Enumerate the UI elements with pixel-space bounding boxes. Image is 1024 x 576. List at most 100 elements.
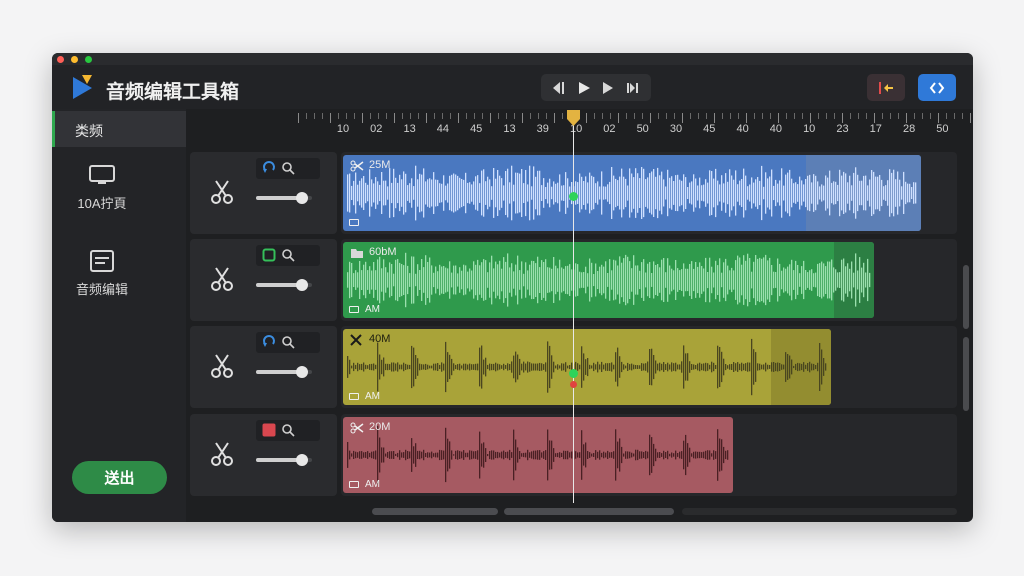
volume-knob[interactable] <box>296 279 308 291</box>
audio-clip[interactable]: 20M AM <box>343 417 733 493</box>
ruler-tick <box>554 113 555 123</box>
volume-knob[interactable] <box>296 192 308 204</box>
volume-slider[interactable] <box>256 192 312 204</box>
ruler-tick <box>434 113 435 119</box>
ruler-tick <box>298 113 299 123</box>
ruler-tick <box>498 113 499 119</box>
cut-icon[interactable] <box>208 352 236 380</box>
track-mode-button[interactable] <box>262 248 276 267</box>
close-icon <box>350 334 362 346</box>
sidebar-item-document[interactable]: 音频编辑 <box>52 249 152 298</box>
ruler-tick <box>586 113 587 123</box>
track-lane[interactable]: 20M AM <box>341 414 957 496</box>
sidebar-item-active[interactable]: 类频 <box>52 111 186 147</box>
ruler-label: 23 <box>836 123 849 135</box>
record-toggle-icon <box>262 248 276 262</box>
skip-back-button[interactable] <box>549 78 569 98</box>
ruler-tick <box>682 113 683 123</box>
volume-knob[interactable] <box>296 366 308 378</box>
search-loop-icon <box>282 336 295 349</box>
ruler-tick <box>826 113 827 119</box>
skip-forward-button[interactable] <box>623 78 643 98</box>
ruler-tick <box>914 113 915 119</box>
clip-thumbnail-icon <box>349 306 359 313</box>
clip-type-icon <box>350 333 362 351</box>
play-button[interactable] <box>574 78 594 98</box>
clip-type-icon <box>350 421 364 439</box>
ruler-label: 10 <box>803 123 816 135</box>
ruler-tick <box>690 113 691 119</box>
volume-fill <box>256 370 298 374</box>
audio-clip[interactable]: 25M <box>343 155 921 231</box>
track-lane[interactable]: 25M <box>341 152 957 234</box>
audio-clip[interactable]: 60bM AM <box>343 242 874 318</box>
ruler-label: 45 <box>470 123 483 135</box>
loop-icon <box>263 161 275 173</box>
track-mode-button[interactable] <box>262 161 276 180</box>
scrollbar-thumb[interactable] <box>504 508 674 515</box>
track-header <box>190 239 337 321</box>
ruler-label: 13 <box>503 123 516 135</box>
track-search-button[interactable] <box>281 335 295 354</box>
playhead-handle-icon[interactable] <box>566 109 581 127</box>
ruler-tick <box>962 113 963 119</box>
sidebar-item-monitor[interactable]: 10A拧頁 <box>52 163 152 212</box>
track-search-button[interactable] <box>281 161 295 180</box>
ruler-label: 10 <box>336 123 350 135</box>
ruler-tick <box>538 113 539 119</box>
audio-clip[interactable]: 40M AM <box>343 329 831 405</box>
track-search-button[interactable] <box>281 423 295 442</box>
ruler-tick <box>338 113 339 119</box>
ruler-tick <box>866 113 867 119</box>
scrollbar-thumb[interactable] <box>372 508 498 515</box>
clip-thumbnail-icon <box>349 481 359 488</box>
clip-size-label: 40M <box>369 333 391 345</box>
ruler-label: 40 <box>769 123 783 135</box>
ruler-label: 39 <box>536 123 549 135</box>
marker-button[interactable] <box>867 74 905 101</box>
ruler-tick <box>970 113 971 123</box>
vertical-scrollbar-thumb[interactable] <box>963 265 969 329</box>
ruler-tick <box>610 113 611 119</box>
ruler-tick <box>850 113 851 119</box>
clip-size-label: 20M <box>369 421 391 433</box>
volume-slider[interactable] <box>256 366 312 378</box>
volume-slider[interactable] <box>256 279 312 291</box>
app-logo-icon <box>73 75 92 99</box>
track-lane[interactable]: 60bM AM <box>341 239 957 321</box>
ruler-tick <box>466 113 467 119</box>
cut-icon[interactable] <box>208 178 236 206</box>
vertical-scrollbar-thumb[interactable] <box>963 337 969 411</box>
close-window-button[interactable] <box>57 56 64 63</box>
track-search-button[interactable] <box>281 248 295 267</box>
ruler-label: 45 <box>703 123 716 135</box>
ruler-tick <box>522 113 523 123</box>
playhead-line <box>573 125 574 503</box>
volume-knob[interactable] <box>296 454 308 466</box>
exit-button[interactable]: 送出 <box>72 461 167 494</box>
track-header <box>190 152 337 234</box>
track-controls <box>256 332 320 353</box>
ruler-tick <box>714 113 715 123</box>
cut-icon[interactable] <box>208 440 236 468</box>
ruler-label: 40 <box>736 123 749 135</box>
cut-icon[interactable] <box>208 265 236 293</box>
clip-size-label: 60bM <box>369 246 397 258</box>
ruler-tick <box>458 113 459 123</box>
track-lane[interactable]: 40M AM <box>341 326 957 408</box>
step-forward-button[interactable] <box>598 78 618 98</box>
maximize-window-button[interactable] <box>85 56 92 63</box>
ruler-tick <box>330 113 331 123</box>
track-mode-button[interactable] <box>262 335 276 354</box>
export-button[interactable] <box>918 74 956 101</box>
playhead-marker-green <box>569 192 578 201</box>
ruler-tick <box>778 113 779 123</box>
track-mode-button[interactable] <box>262 423 276 442</box>
ruler-tick <box>442 113 443 119</box>
volume-slider[interactable] <box>256 454 312 466</box>
ruler-tick <box>858 113 859 119</box>
ruler-tick <box>842 113 843 123</box>
waveform <box>347 338 827 396</box>
horizontal-scrollbar[interactable] <box>352 505 957 519</box>
minimize-window-button[interactable] <box>71 56 78 63</box>
